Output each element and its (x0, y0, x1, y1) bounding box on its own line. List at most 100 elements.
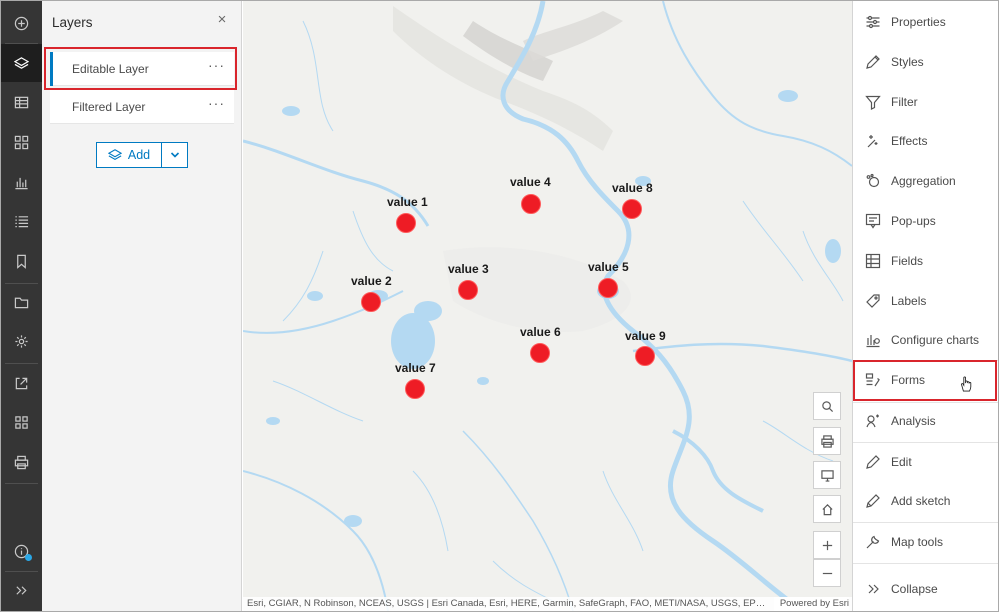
settings-item-analysis[interactable]: Analysis (853, 402, 999, 440)
layer-label: Filtered Layer (72, 100, 146, 114)
map-point[interactable] (361, 292, 381, 312)
map-point[interactable] (635, 346, 655, 366)
point-label: value 4 (510, 175, 551, 189)
apps-button[interactable] (1, 403, 42, 441)
settings-item-map-tools[interactable]: Map tools (853, 523, 999, 561)
settings-item-popups[interactable]: Pop-ups (853, 202, 999, 240)
map-point[interactable] (458, 280, 478, 300)
filter-icon (865, 95, 881, 110)
layers-panel: Layers × Editable Layer ··· Filtered Lay… (42, 1, 242, 611)
map-point[interactable] (396, 213, 416, 233)
notification-dot (25, 554, 32, 561)
legend-list-icon (15, 215, 29, 227)
map-view[interactable]: value 1 value 2 value 3 value 4 value 5 … (243, 1, 852, 611)
pencil-icon (866, 455, 880, 469)
home-icon (821, 503, 833, 515)
label-icon (866, 294, 880, 308)
legend-button[interactable] (1, 202, 42, 240)
settings-item-label: Labels (891, 294, 927, 308)
wrench-icon (866, 535, 880, 549)
aggregation-icon (866, 173, 880, 188)
monitor-icon (820, 469, 834, 482)
settings-item-label: Fields (891, 254, 924, 268)
add-layer-button[interactable]: Add (96, 142, 162, 168)
add-button[interactable] (1, 4, 42, 42)
settings-item-styles[interactable]: Styles (853, 43, 999, 81)
chevrons-right-icon (868, 584, 879, 594)
map-point[interactable] (622, 199, 642, 219)
charts-button[interactable] (1, 163, 42, 201)
search-icon (821, 400, 833, 412)
settings-item-labels[interactable]: Labels (853, 282, 999, 320)
apps-grid-icon (15, 415, 28, 429)
map-point[interactable] (405, 379, 425, 399)
settings-item-label: Map tools (891, 535, 944, 549)
basemap-button[interactable] (1, 123, 42, 161)
chevron-down-icon (170, 152, 179, 158)
more-options-icon[interactable]: ··· (208, 95, 225, 111)
chart-icon (15, 177, 28, 189)
settings-item-label: Styles (891, 55, 924, 69)
map-fullscreen-button[interactable] (813, 461, 841, 489)
settings-item-label: Filter (891, 95, 918, 109)
settings-item-aggregation[interactable]: Aggregation (853, 162, 999, 200)
map-point[interactable] (521, 194, 541, 214)
analysis-icon (866, 414, 879, 428)
map-print-button[interactable] (813, 427, 841, 455)
collapse-label: Collapse (891, 582, 938, 596)
print-screen-icon (820, 434, 834, 448)
expand-toolbar-button[interactable] (1, 571, 42, 609)
settings-item-fields[interactable]: Fields (853, 242, 999, 280)
map-attribution: Esri, CGIAR, N Robinson, NCEAS, USGS | E… (243, 597, 852, 611)
close-icon[interactable]: × (214, 12, 230, 28)
point-label: value 1 (387, 195, 428, 209)
point-label: value 5 (588, 260, 629, 274)
map-search-button[interactable] (813, 392, 841, 420)
sketch-icon (866, 494, 880, 508)
settings-item-label: Edit (891, 455, 912, 469)
tables-button[interactable] (1, 83, 42, 121)
bookmark-icon (17, 254, 26, 269)
gear-icon (15, 334, 28, 348)
map-home-button[interactable] (813, 495, 841, 523)
settings-item-edit[interactable]: Edit (853, 443, 999, 481)
zoom-out-icon (822, 572, 832, 574)
attribution-text: Esri, CGIAR, N Robinson, NCEAS, USGS | E… (247, 598, 766, 609)
settings-item-add-sketch[interactable]: Add sketch (853, 482, 999, 520)
zoom-out-button[interactable] (813, 559, 841, 587)
print-button[interactable] (1, 443, 42, 481)
layers-icon (14, 56, 29, 69)
popup-icon (865, 213, 881, 229)
settings-item-configure-charts[interactable]: Configure charts (853, 321, 999, 359)
layer-row-filtered[interactable]: Filtered Layer ··· (50, 90, 234, 124)
map-point[interactable] (598, 278, 618, 298)
powered-by-esri[interactable]: Powered by Esri (773, 597, 849, 611)
zoom-in-button[interactable] (813, 531, 841, 559)
print-icon (14, 455, 29, 469)
chart-config-icon (866, 335, 880, 348)
point-label: value 9 (625, 329, 666, 343)
layers-icon (107, 149, 122, 160)
sliders-icon (866, 15, 880, 29)
layers-button[interactable] (1, 44, 42, 82)
map-point[interactable] (530, 343, 550, 363)
settings-item-label: Aggregation (891, 174, 956, 188)
settings-item-properties[interactable]: Properties (853, 3, 999, 41)
panel-title: Layers (52, 15, 93, 30)
point-label: value 7 (395, 361, 436, 375)
settings-button[interactable] (1, 322, 42, 360)
bookmarks-button[interactable] (1, 242, 42, 280)
add-dropdown-button[interactable] (162, 142, 188, 168)
settings-item-label: Effects (891, 134, 928, 148)
table-icon (14, 96, 29, 108)
settings-item-label: Properties (891, 15, 946, 29)
settings-item-filter[interactable]: Filter (853, 83, 999, 121)
collapse-button[interactable]: Collapse (853, 570, 999, 608)
share-button[interactable] (1, 364, 42, 402)
settings-item-label: Pop-ups (891, 214, 936, 228)
folder-icon (14, 297, 29, 308)
settings-item-effects[interactable]: Effects (853, 122, 999, 160)
about-button[interactable] (1, 532, 42, 570)
app-left-toolbar (1, 1, 42, 611)
content-button[interactable] (1, 283, 42, 321)
